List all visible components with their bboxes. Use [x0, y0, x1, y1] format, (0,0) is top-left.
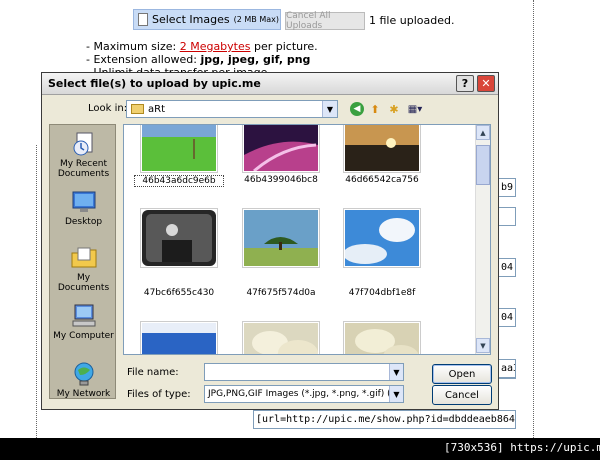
- code-field[interactable]: b9: [498, 178, 516, 197]
- file-thumbnail[interactable]: [140, 321, 218, 354]
- file-label[interactable]: 47bc6f655c430: [134, 288, 224, 298]
- cancel-all-uploads-button[interactable]: Cancel All Uploads: [285, 11, 365, 31]
- scroll-down-icon[interactable]: ▼: [476, 338, 490, 353]
- file-thumbnail-image: [142, 210, 216, 266]
- file-name-input[interactable]: [204, 363, 404, 381]
- file-thumbnail-image: [345, 210, 419, 266]
- file-open-dialog: Select file(s) to upload by upic.me ? ✕ …: [41, 72, 499, 410]
- rule-max-size: - Maximum size: 2 Megabytes per picture.: [86, 40, 318, 53]
- rule-ext-values: jpg, jpeg, gif, png: [200, 53, 311, 66]
- place-label: My Network: [56, 389, 111, 399]
- chevron-down-icon[interactable]: ▼: [322, 101, 337, 117]
- file-label[interactable]: 46b43a6dc9e6b: [134, 175, 224, 187]
- close-button[interactable]: ✕: [477, 75, 495, 92]
- cancel-button[interactable]: Cancel: [432, 385, 492, 405]
- rule-ext-prefix: - Extension allowed:: [86, 53, 201, 66]
- places-bar: My Recent Documents Desktop My Documents: [49, 124, 116, 399]
- rule-max-size-suffix: per picture.: [250, 40, 318, 53]
- back-icon[interactable]: ◀: [350, 102, 364, 116]
- look-in-label: Look in:: [88, 103, 128, 114]
- rule-extensions: - Extension allowed: jpg, jpeg, gif, png: [86, 53, 318, 66]
- file-thumbnail[interactable]: [140, 208, 218, 268]
- views-menu-icon[interactable]: ▦▾: [405, 102, 425, 116]
- help-button[interactable]: ?: [456, 75, 474, 92]
- look-in-value: aRt: [148, 103, 165, 115]
- bbcode-url-field[interactable]: [url=http://upic.me/show.php?id=dbddeaeb…: [253, 410, 516, 429]
- place-my-computer[interactable]: My Computer: [50, 303, 117, 341]
- dialog-title: Select file(s) to upload by upic.me: [48, 77, 261, 90]
- place-recent-documents[interactable]: My Recent Documents: [50, 131, 117, 179]
- select-images-size: (2 MB Max): [233, 15, 279, 24]
- files-of-type-label: Files of type:: [127, 389, 191, 400]
- document-icon: [138, 13, 148, 26]
- max-size-link[interactable]: 2 Megabytes: [180, 40, 251, 53]
- select-images-button[interactable]: Select Images (2 MB Max): [133, 9, 281, 30]
- file-thumbnail[interactable]: [343, 125, 421, 173]
- file-label[interactable]: 46d66542ca756: [337, 175, 427, 185]
- file-thumbnail-image: [244, 323, 318, 354]
- recent-documents-icon: [73, 132, 92, 156]
- up-folder-icon[interactable]: ⬆: [368, 102, 382, 116]
- my-computer-icon: [72, 304, 95, 327]
- my-documents-icon: [71, 247, 96, 268]
- file-thumbnail-image: [142, 323, 216, 354]
- file-thumbnail-image: [244, 125, 318, 171]
- vertical-scrollbar[interactable]: ▲ ▼: [475, 125, 490, 354]
- file-label[interactable]: 47f675f574d0a: [236, 288, 326, 298]
- files-of-type-select[interactable]: JPG,PNG,GIF Images (*.jpg, *.png, *.gif)…: [204, 385, 404, 403]
- scroll-up-icon[interactable]: ▲: [476, 125, 490, 140]
- file-list-view[interactable]: 46b43a6dc9e6b 46b4399046bc8 46d66542ca75…: [123, 124, 491, 355]
- page-border-left: [36, 145, 37, 438]
- file-thumbnail[interactable]: [140, 125, 218, 173]
- file-thumbnail-image: [345, 125, 419, 171]
- file-thumbnail[interactable]: [343, 208, 421, 268]
- file-thumbnail[interactable]: [343, 321, 421, 354]
- new-folder-icon[interactable]: ✱: [387, 102, 401, 116]
- place-desktop[interactable]: Desktop: [50, 189, 117, 227]
- place-label: My Computer: [53, 331, 114, 341]
- place-my-network[interactable]: My Network: [50, 361, 117, 399]
- file-thumbnail-image: [345, 323, 419, 354]
- file-thumbnail-image: [244, 210, 318, 266]
- chevron-down-icon[interactable]: ▼: [389, 386, 403, 402]
- code-field[interactable]: 04: [498, 258, 516, 277]
- place-my-documents[interactable]: My Documents: [50, 245, 117, 293]
- code-field[interactable]: aa3: [498, 359, 516, 378]
- select-images-label: Select Images: [152, 13, 230, 26]
- file-thumbnail[interactable]: [242, 321, 320, 354]
- desktop-icon: [72, 191, 95, 212]
- chevron-down-icon[interactable]: ▼: [389, 364, 403, 380]
- code-field[interactable]: [498, 207, 516, 226]
- folder-icon: [131, 104, 144, 114]
- upload-status: 1 file uploaded.: [369, 14, 455, 27]
- my-network-icon: [74, 362, 93, 386]
- file-thumbnail[interactable]: [242, 125, 320, 173]
- dialog-title-bar[interactable]: Select file(s) to upload by upic.me ? ✕: [42, 73, 498, 95]
- scroll-thumb[interactable]: [476, 145, 490, 185]
- rule-max-size-prefix: - Maximum size:: [86, 40, 180, 53]
- look-in-select[interactable]: aRt ▼: [126, 100, 338, 118]
- code-field[interactable]: 04: [498, 308, 516, 327]
- image-caption: [730x536] https://upic.me/: [444, 441, 600, 454]
- place-label: My Documents: [57, 273, 110, 293]
- page-border-right: [533, 0, 534, 438]
- place-label: My Recent Documents: [57, 159, 110, 179]
- file-thumbnail-image: [142, 125, 216, 171]
- place-label: Desktop: [64, 217, 103, 227]
- open-button[interactable]: Open: [432, 364, 492, 384]
- file-name-label: File name:: [127, 367, 179, 378]
- file-label[interactable]: 46b4399046bc8: [236, 175, 326, 185]
- file-label[interactable]: 47f704dbf1e8f: [337, 288, 427, 298]
- file-thumbnail[interactable]: [242, 208, 320, 268]
